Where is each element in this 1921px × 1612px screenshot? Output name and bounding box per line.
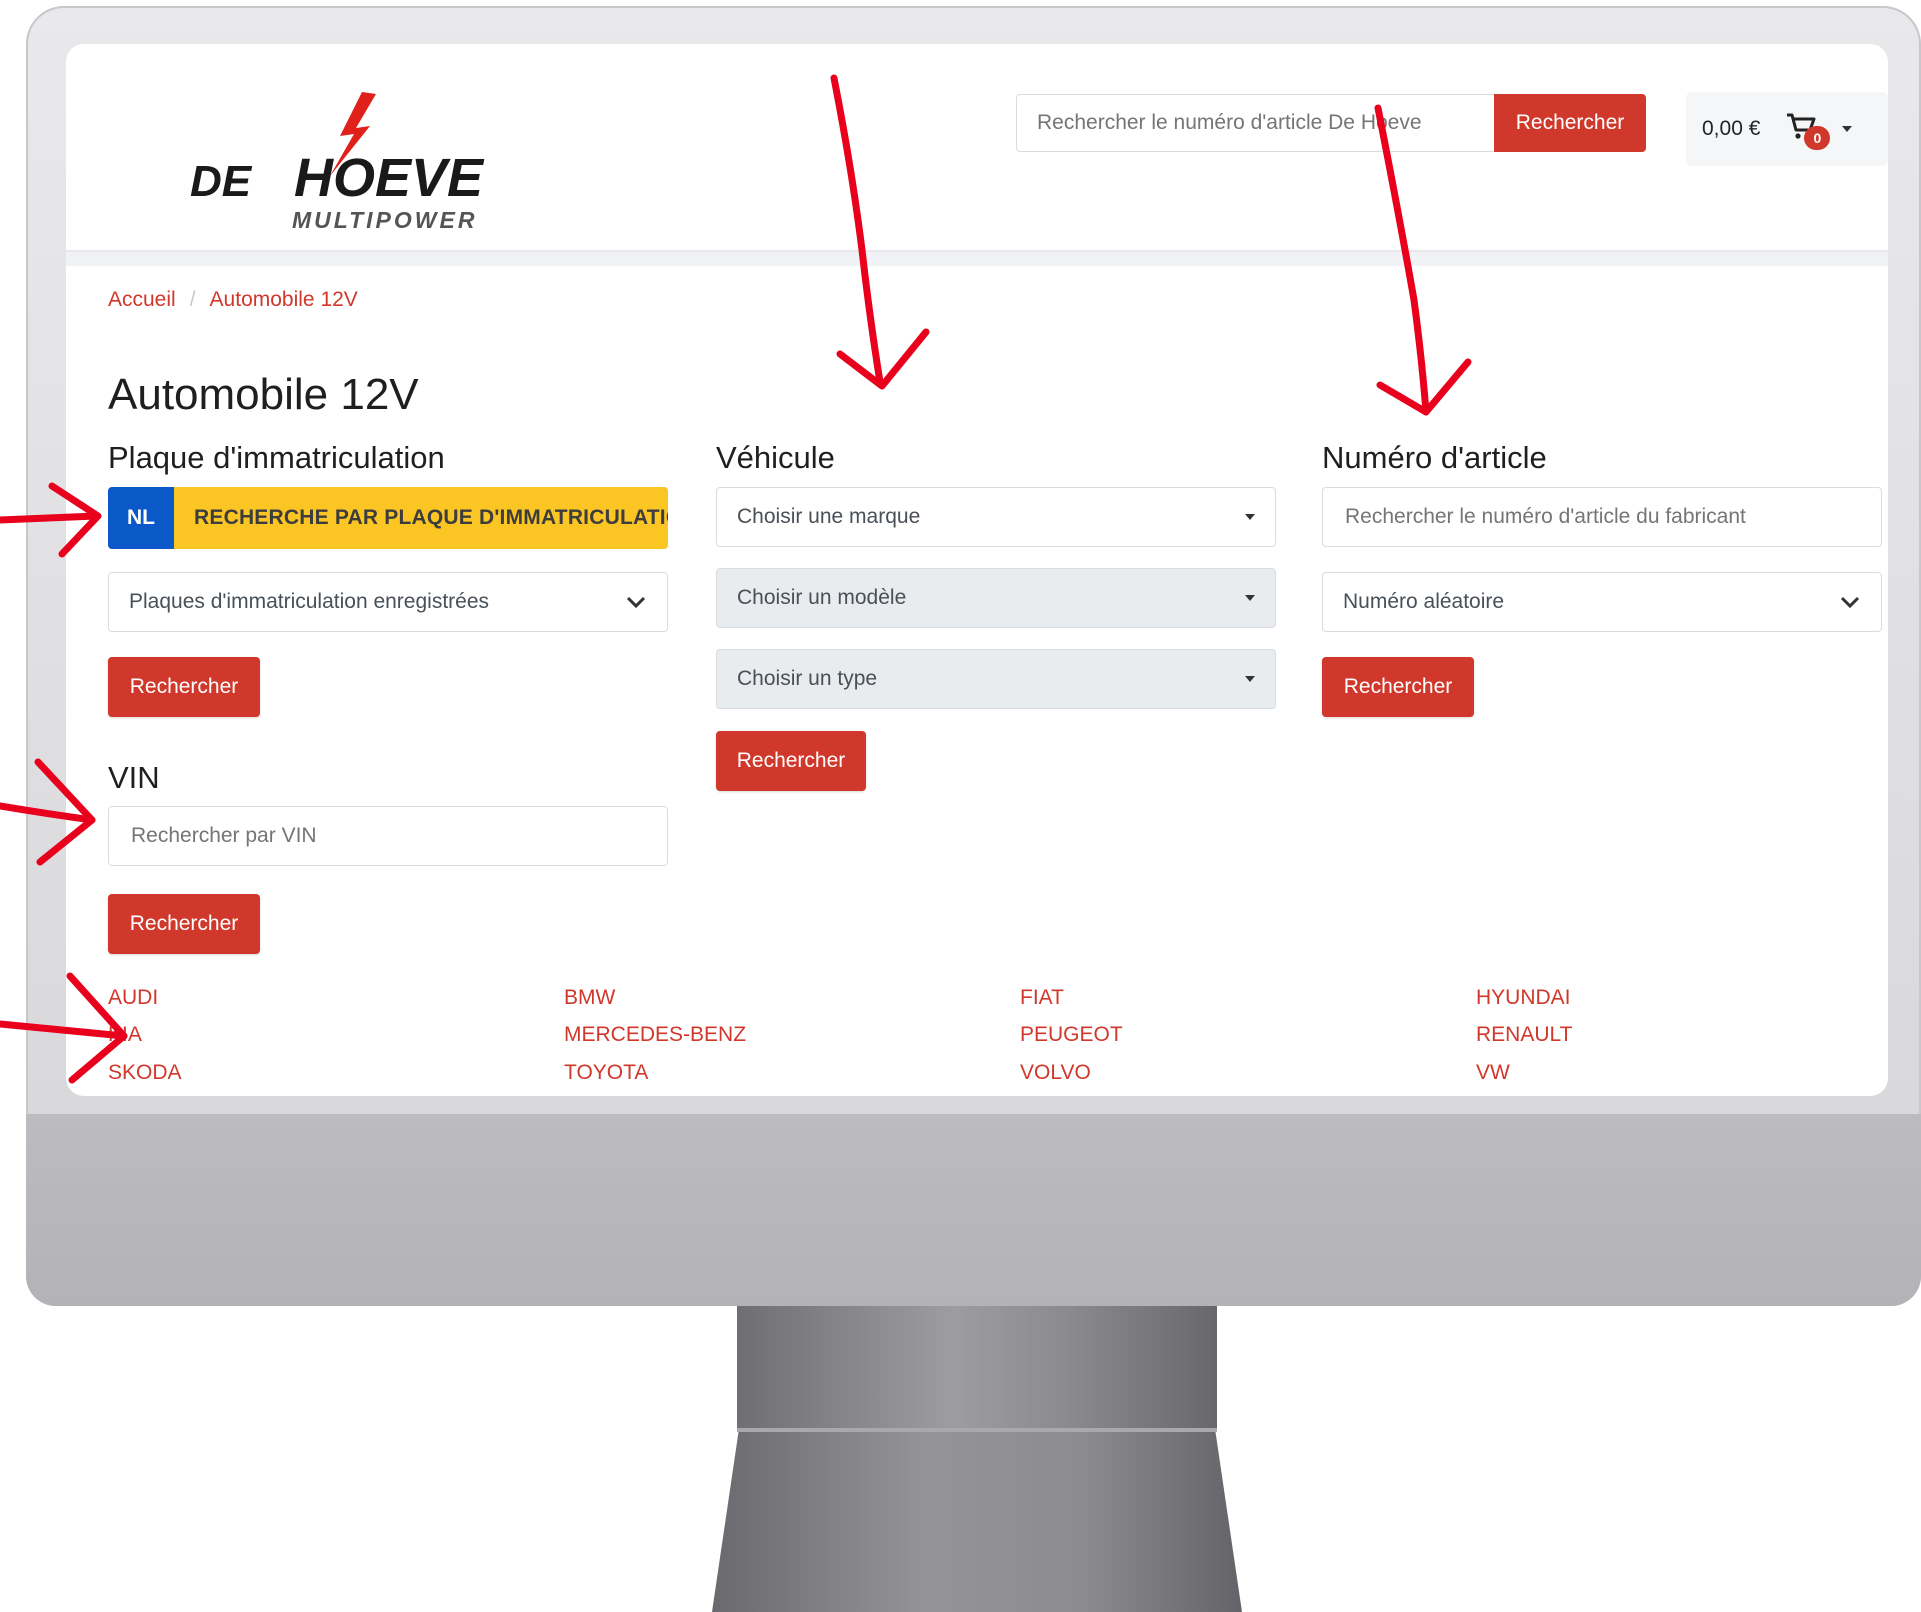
header-divider <box>66 250 1888 266</box>
brand-link-skoda[interactable]: SKODA <box>108 1061 182 1085</box>
site-header: DE HOEVE MULTIPOWER Rechercher 0,00 € 0 <box>66 44 1888 250</box>
chevron-down-icon <box>626 596 646 609</box>
chevron-down-icon <box>1840 596 1860 609</box>
random-number-select-value: Numéro aléatoire <box>1343 590 1505 613</box>
caret-down-icon <box>1842 126 1853 132</box>
page-title: Automobile 12V <box>108 370 419 419</box>
caret-down-icon <box>1245 514 1255 520</box>
header-search-button[interactable]: Rechercher <box>1494 94 1646 152</box>
vehicle-search-button[interactable]: Rechercher <box>716 731 866 791</box>
brand-link-volvo[interactable]: VOLVO <box>1020 1061 1091 1085</box>
cart-total: 0,00 € <box>1702 117 1761 140</box>
brand-link-bmw[interactable]: BMW <box>564 986 615 1010</box>
caret-down-icon <box>1245 676 1255 682</box>
breadcrumb-current[interactable]: Automobile 12V <box>210 288 358 312</box>
plate-section-heading: Plaque d'immatriculation <box>108 440 445 475</box>
monitor-chin <box>26 1114 1921 1306</box>
website-screen: DE HOEVE MULTIPOWER Rechercher 0,00 € 0 … <box>66 44 1888 1096</box>
monitor-stand-neck <box>737 1306 1217 1431</box>
brand-select-value: Choisir une marque <box>737 505 921 528</box>
article-input-wrapper <box>1322 487 1882 547</box>
logo-text-hoeve: HOEVE <box>294 148 485 208</box>
license-plate-search[interactable]: NL RECHERCHE PAR PLAQUE D'IMMATRICULATIO… <box>108 487 668 549</box>
model-select-value: Choisir un modèle <box>737 586 907 609</box>
brand-link-mercedes-benz[interactable]: MERCEDES-BENZ <box>564 1023 746 1047</box>
plate-country-code: NL <box>108 487 174 549</box>
breadcrumb: Accueil / Automobile 12V <box>108 288 358 312</box>
brand-link-kia[interactable]: KIA <box>108 1023 142 1047</box>
vin-section-heading: VIN <box>108 760 160 795</box>
brand-link-renault[interactable]: RENAULT <box>1476 1023 1572 1047</box>
logo-text-de: DE <box>190 157 253 206</box>
logo-text-multipower: MULTIPOWER <box>292 207 477 233</box>
brand-link-toyota[interactable]: TOYOTA <box>564 1061 648 1085</box>
header-search: Rechercher <box>1016 94 1646 152</box>
article-number-input[interactable] <box>1343 504 1861 530</box>
caret-down-icon <box>1245 595 1255 601</box>
plate-search-button[interactable]: RECHERCHE PAR PLAQUE D'IMMATRICULATION <box>174 487 668 549</box>
brand-link-peugeot[interactable]: PEUGEOT <box>1020 1023 1123 1047</box>
saved-plates-select-value: Plaques d'immatriculation enregistrées <box>129 590 490 613</box>
model-select[interactable]: Choisir un modèle <box>716 568 1276 628</box>
brand-select[interactable]: Choisir une marque <box>716 487 1276 547</box>
type-select-value: Choisir un type <box>737 667 878 690</box>
vehicle-section-heading: Véhicule <box>716 440 835 475</box>
monitor-stand-seam <box>737 1428 1217 1432</box>
brand-link-vw[interactable]: VW <box>1476 1061 1510 1085</box>
header-search-input[interactable] <box>1016 94 1494 152</box>
vin-input[interactable] <box>129 823 647 849</box>
brand-link-fiat[interactable]: FIAT <box>1020 986 1064 1010</box>
saved-plates-select[interactable]: Plaques d'immatriculation enregistrées <box>108 572 668 632</box>
cart-count-badge: 0 <box>1804 126 1831 150</box>
breadcrumb-separator: / <box>189 288 196 311</box>
cart-dropdown[interactable]: 0,00 € 0 <box>1686 92 1888 166</box>
brand-link-hyundai[interactable]: HYUNDAI <box>1476 986 1571 1010</box>
monitor-stand-base <box>712 1432 1242 1612</box>
type-select[interactable]: Choisir un type <box>716 649 1276 709</box>
cart-icon: 0 <box>1786 112 1831 150</box>
article-section-heading: Numéro d'article <box>1322 440 1547 475</box>
de-hoeve-logo[interactable]: DE HOEVE MULTIPOWER <box>124 68 504 248</box>
vin-input-wrapper <box>108 806 668 866</box>
breadcrumb-home[interactable]: Accueil <box>108 288 176 312</box>
vin-search-button[interactable]: Rechercher <box>108 894 260 954</box>
brand-link-audi[interactable]: AUDI <box>108 986 158 1010</box>
article-search-button[interactable]: Rechercher <box>1322 657 1474 717</box>
plate-search-submit-button[interactable]: Rechercher <box>108 657 260 717</box>
brand-list: AUDI BMW FIAT HYUNDAI KIA MERCEDES-BENZ … <box>108 986 1858 1096</box>
random-number-select[interactable]: Numéro aléatoire <box>1322 572 1882 632</box>
